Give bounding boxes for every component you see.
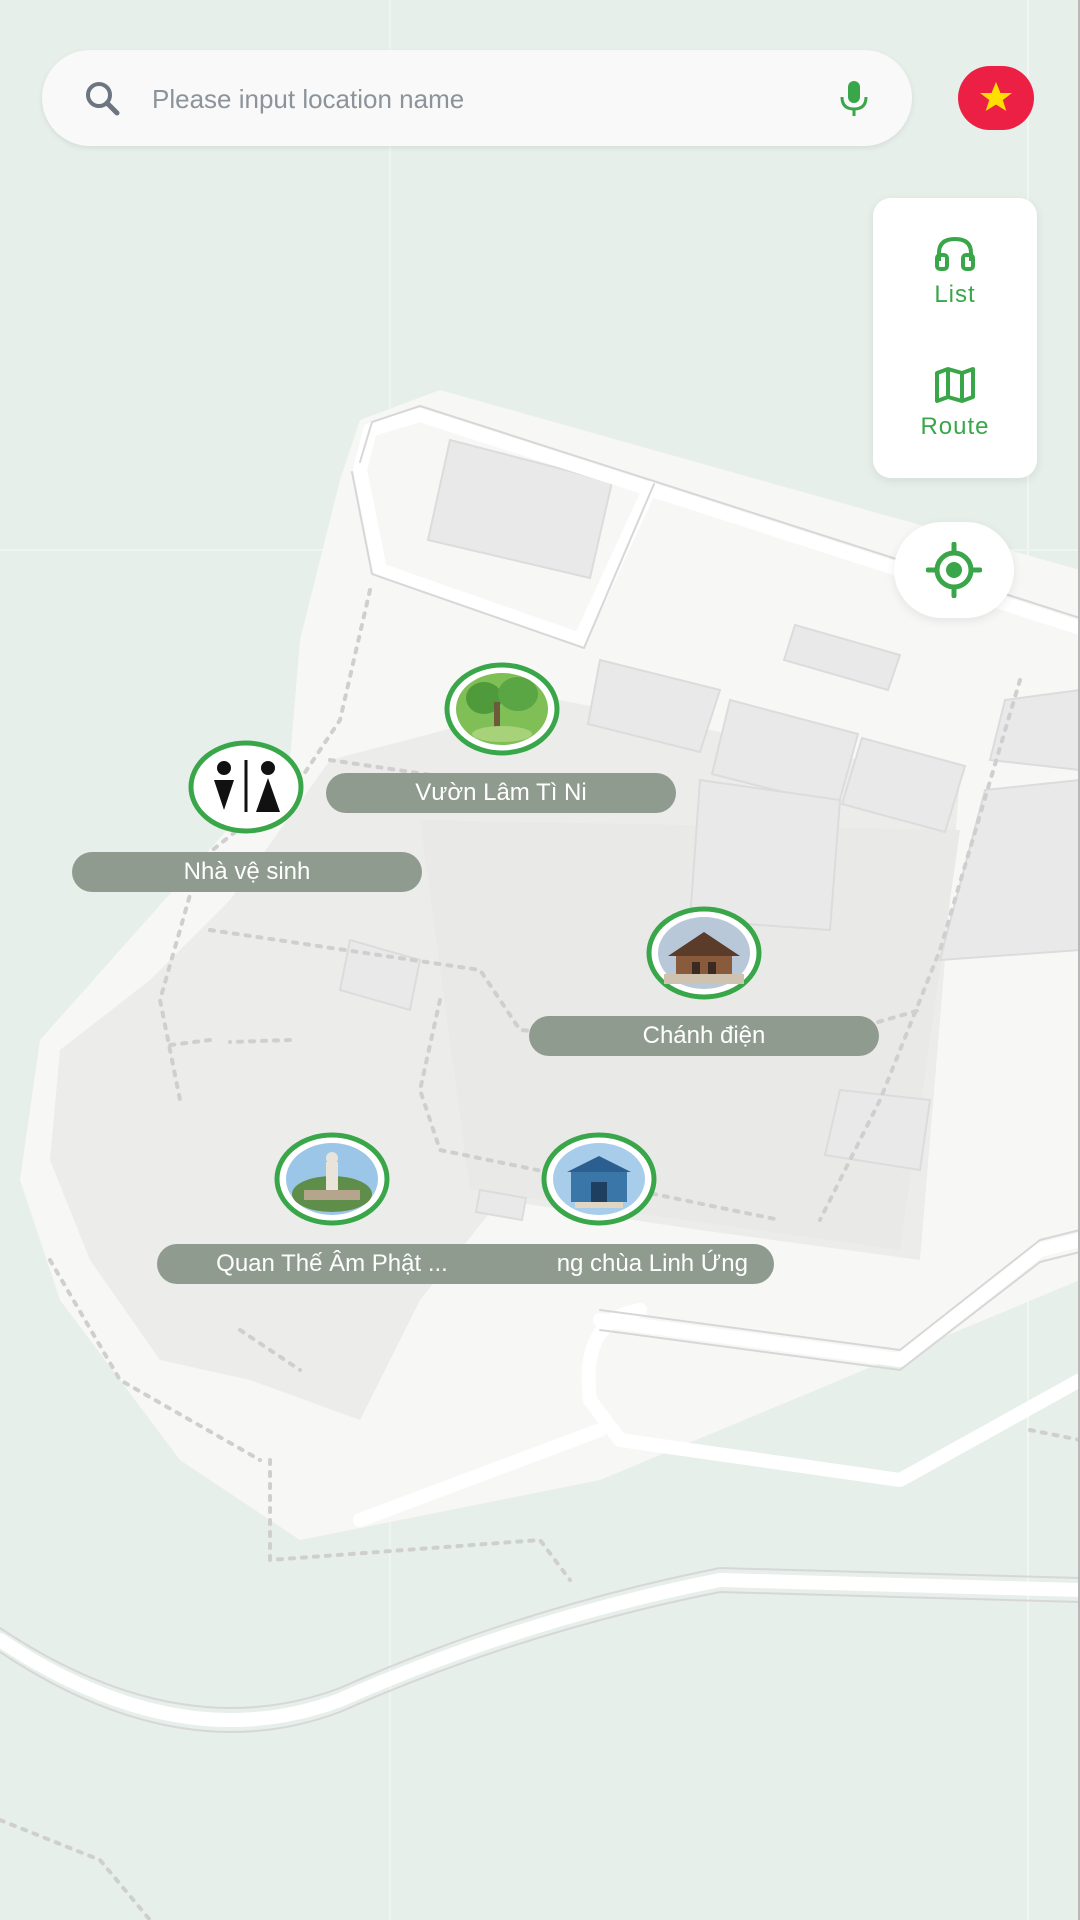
search-icon[interactable] [80,76,124,120]
vietnam-flag-icon [980,82,1012,111]
list-label: List [934,281,976,308]
map-icon [935,367,975,403]
poi-label-statue[interactable]: Quan Thế Âm Phật ... [157,1244,507,1284]
restroom-marker[interactable] [188,740,304,834]
search-bar[interactable] [42,50,912,146]
restroom-icon [214,760,280,812]
poi-label-main-hall[interactable]: Chánh điện [529,1016,879,1056]
locate-crosshair-icon [926,542,982,598]
route-label: Route [920,413,990,440]
garden-marker[interactable] [444,662,560,756]
headphones-icon [935,236,975,271]
gate-marker[interactable] [541,1132,657,1226]
poi-label-restroom[interactable]: Nhà vệ sinh [72,852,422,892]
locate-button[interactable] [894,522,1014,618]
language-switch-button[interactable] [958,66,1034,130]
list-button[interactable]: List [873,206,1037,336]
microphone-icon[interactable] [832,76,876,120]
poi-label-garden[interactable]: Vườn Lâm Tì Ni [326,773,676,813]
route-button[interactable]: Route [873,338,1037,468]
statue-marker[interactable] [274,1132,390,1226]
side-panel: List Route [873,198,1037,478]
temple-marker[interactable] [646,906,762,1000]
search-input[interactable] [150,72,834,126]
